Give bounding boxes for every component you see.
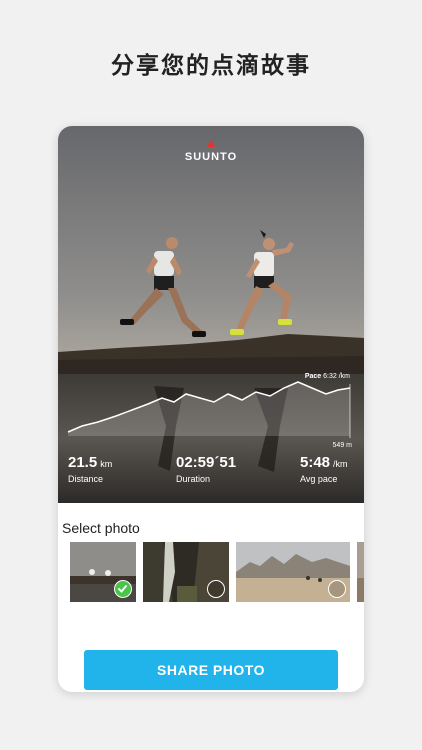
stat-distance-label: Distance: [68, 474, 104, 484]
stat-duration: 02:59´51 Duration: [176, 454, 236, 484]
thumbnail-4[interactable]: [357, 542, 364, 602]
stat-avg-pace-label: Avg pace: [300, 474, 338, 484]
brand-logo: SUUNTO: [58, 140, 364, 163]
stat-distance: 21.5 km Distance: [68, 454, 112, 484]
stat-distance-value: 21.5: [68, 454, 98, 471]
page-headline: 分享您的点滴故事: [111, 53, 311, 79]
unselected-circle-icon: [328, 580, 346, 598]
photo-thumbnail-strip[interactable]: [58, 542, 364, 602]
thumbnail-3[interactable]: [236, 542, 350, 602]
stat-avg-pace-unit: /km: [333, 459, 348, 469]
stat-avg-pace: 5:48/km Avg pace: [300, 454, 348, 484]
thumbnail-4-image: [357, 542, 364, 602]
thumbnail-1[interactable]: [70, 542, 136, 602]
thumbnail-2[interactable]: [143, 542, 229, 602]
runners-photo: [58, 126, 364, 503]
stat-duration-label: Duration: [176, 474, 211, 484]
logo-triangle-icon: [207, 140, 215, 147]
elevation-readout: 549 m: [332, 442, 352, 449]
select-photo-title: Select photo: [62, 520, 140, 536]
unselected-circle-icon: [207, 580, 225, 598]
pace-value: 6:32 /km: [323, 373, 350, 380]
share-card: SUUNTO Pace 6:32 /km 549 m 21.5 km Distan…: [58, 126, 364, 692]
selected-check-icon: [114, 580, 132, 598]
stat-distance-unit: km: [100, 459, 113, 469]
pace-label: Pace: [304, 373, 322, 380]
hero-photo: SUUNTO Pace 6:32 /km 549 m 21.5 km Distan…: [58, 126, 364, 503]
share-photo-button[interactable]: SHARE PHOTO: [84, 650, 338, 690]
pace-readout: Pace 6:32 /km: [305, 373, 350, 380]
stat-duration-value: 02:59´51: [176, 454, 237, 471]
stat-avg-pace-value: 5:48: [300, 454, 331, 471]
brand-wordmark: SUUNTO: [184, 151, 238, 163]
